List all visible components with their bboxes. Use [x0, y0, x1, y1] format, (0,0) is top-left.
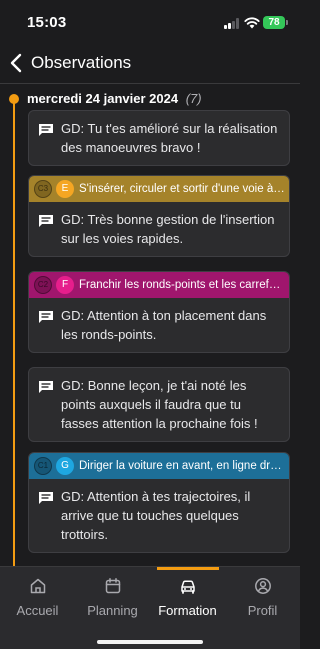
comment-icon [39, 492, 53, 504]
active-tab-indicator [157, 567, 219, 570]
skill-code-badge: C2 [34, 276, 52, 294]
observation-card[interactable]: GD: Tu t'es amélioré sur la réalisation … [28, 110, 290, 166]
observation-text: GD: Attention à tes trajectoires, il arr… [61, 489, 251, 542]
profile-icon [254, 578, 271, 594]
car-icon [180, 580, 195, 594]
observation-text: GD: Tu t'es amélioré sur la réalisation … [61, 121, 278, 155]
comment-icon [39, 381, 53, 393]
skill-title: S'insérer, circuler et sortir d'une voie… [79, 183, 289, 195]
timeline-line [13, 98, 15, 566]
comment-icon [39, 124, 53, 136]
timeline-dot [9, 94, 19, 104]
skill-letter-badge: E [56, 180, 74, 198]
battery-indicator: 78 [263, 16, 288, 29]
day-date: mercredi 24 janvier 2024 [27, 91, 179, 106]
observation-card[interactable]: C2 F Franchir les ronds-points et les ca… [28, 271, 290, 353]
home-icon [30, 578, 45, 594]
skill-code-badge: C1 [34, 457, 52, 475]
tab-bar: Accueil Planning Formation Profil [0, 566, 300, 649]
skill-title: Diriger la voiture en avant, en ligne dr… [79, 460, 289, 472]
skill-letter-badge: F [56, 276, 74, 294]
tab-planning[interactable]: Planning [75, 577, 150, 618]
day-count: (7) [185, 91, 202, 106]
chevron-left-icon[interactable] [7, 52, 27, 74]
observation-card[interactable]: C3 E S'insérer, circuler et sortir d'une… [28, 175, 290, 257]
skill-band[interactable]: C2 F Franchir les ronds-points et les ca… [29, 272, 289, 298]
observation-text: GD: Attention à ton placement dans les r… [61, 308, 267, 342]
skill-band[interactable]: C3 E S'insérer, circuler et sortir d'une… [29, 176, 289, 202]
nav-bar: Observations [0, 44, 300, 84]
calendar-icon [105, 578, 120, 594]
day-header: mercredi 24 janvier 2024 (7) [27, 91, 202, 106]
page-title: Observations [31, 53, 132, 72]
tab-label: Formation [158, 603, 217, 618]
wifi-icon [244, 17, 260, 29]
tab-formation[interactable]: Formation [150, 577, 225, 618]
observation-text: GD: Très bonne gestion de l'insertion su… [61, 212, 275, 246]
observations-feed[interactable]: mercredi 24 janvier 2024 (7) GD: Tu t'es… [0, 84, 300, 566]
skill-title: Franchir les ronds-points et les carrefo… [79, 279, 289, 291]
tab-label: Accueil [16, 603, 59, 618]
status-time: 15:03 [27, 14, 67, 31]
tab-label: Planning [87, 603, 138, 618]
observation-card[interactable]: GD: Bonne leçon, je t'ai noté les points… [28, 367, 290, 442]
skill-letter-badge: G [56, 457, 74, 475]
tab-profil[interactable]: Profil [225, 577, 300, 618]
comment-icon [39, 215, 53, 227]
skill-band[interactable]: C1 G Diriger la voiture en avant, en lig… [29, 453, 289, 479]
skill-code-badge: C3 [34, 180, 52, 198]
comment-icon [39, 311, 53, 323]
observation-text: GD: Bonne leçon, je t'ai noté les points… [61, 378, 258, 431]
status-bar: 15:03 78 [0, 0, 300, 44]
home-indicator [97, 640, 203, 644]
tab-accueil[interactable]: Accueil [0, 577, 75, 618]
observation-card[interactable]: C1 G Diriger la voiture en avant, en lig… [28, 452, 290, 553]
tab-label: Profil [247, 603, 278, 618]
cellular-signal-icon [224, 18, 241, 29]
